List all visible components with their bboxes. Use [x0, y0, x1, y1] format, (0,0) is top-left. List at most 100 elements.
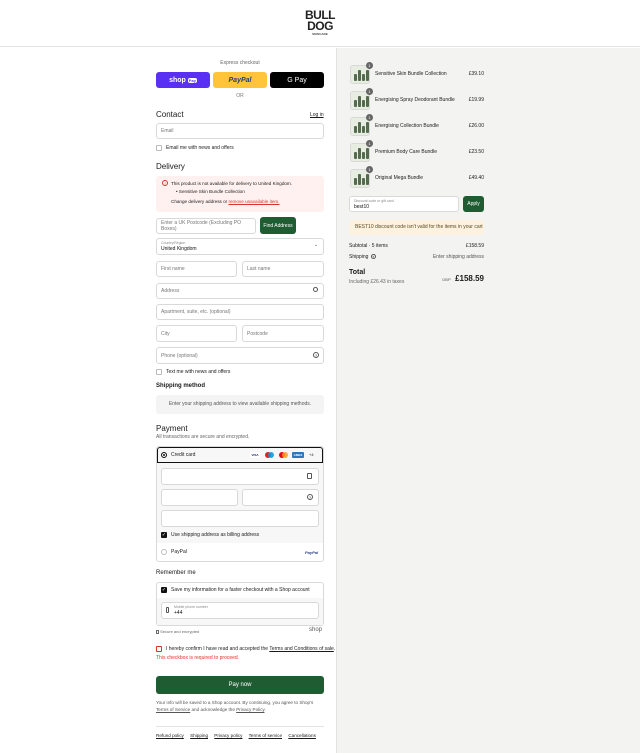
- quantity-badge: 1: [366, 166, 373, 173]
- discount-value: best10: [354, 203, 370, 210]
- paypal-logo: PayPal: [305, 550, 319, 555]
- shipping-link[interactable]: Shipping: [190, 733, 208, 738]
- google-pay-button[interactable]: G Pay: [270, 72, 324, 88]
- subtotal-value: £158.59: [465, 243, 484, 249]
- save-info-label: Save my information for a faster checkou…: [171, 587, 310, 593]
- remember-heading: Remember me: [156, 570, 196, 576]
- find-address-button[interactable]: Find Address: [260, 217, 296, 234]
- error-item-text: Sensitive Skin Bundle Collection: [178, 189, 245, 194]
- fineprint-line1: Your info will be saved to a Shop accoun…: [156, 700, 314, 705]
- apartment-input[interactable]: Apartment, suite, etc. (optional): [156, 304, 324, 320]
- discount-warning: BEST10 discount code isn't valid for the…: [349, 220, 484, 235]
- product-bottle: [366, 70, 369, 81]
- phone-input[interactable]: Phone (optional): [156, 347, 324, 364]
- shipping-label-row: Shipping ?: [349, 254, 376, 261]
- text-news-label: Text me with news and offers: [166, 369, 231, 375]
- product-bottle: [366, 174, 369, 185]
- address-input[interactable]: Address: [156, 283, 324, 299]
- quantity-badge: 1: [366, 140, 373, 147]
- refund-policy-link[interactable]: Refund policy: [156, 733, 184, 738]
- quantity-badge: 1: [366, 88, 373, 95]
- product-name: Energising Collection Bundle: [375, 123, 439, 129]
- card-number-input[interactable]: [161, 468, 319, 485]
- mobile-phone-input[interactable]: Mobile phone number +44: [161, 602, 319, 619]
- credit-card-radio[interactable]: [161, 452, 167, 458]
- terms-checkbox[interactable]: [156, 646, 162, 652]
- product-bottle: [358, 70, 361, 81]
- total-label: Total: [349, 269, 366, 276]
- shop-pay-tag: Pay: [187, 77, 197, 83]
- shipping-summary-value: Enter shipping address: [432, 254, 484, 260]
- credit-card-label: Credit card: [171, 452, 196, 458]
- total-value-row: GBP £158.59: [420, 268, 484, 286]
- privacy-policy-link[interactable]: Privacy policy: [214, 733, 242, 738]
- product-bottle: [358, 122, 361, 133]
- name-on-card-input[interactable]: [161, 510, 319, 527]
- payment-heading: Payment: [156, 424, 188, 433]
- uk-postcode-input[interactable]: Enter a UK Postcode (Excluding PO Boxes): [156, 218, 256, 234]
- help-icon[interactable]: ?: [313, 352, 319, 358]
- shop-logo: shop: [309, 627, 323, 633]
- paypal-button[interactable]: PayPal: [213, 72, 267, 88]
- terms-link[interactable]: Terms and Conditions of sale: [269, 646, 333, 652]
- lock-icon: [156, 629, 159, 634]
- error-text-before: Change delivery address or: [171, 199, 228, 204]
- error-item: • Sensitive Skin Bundle Collection: [176, 189, 245, 194]
- expiry-input[interactable]: [161, 489, 238, 506]
- payment-subtitle: All transactions are secure and encrypte…: [156, 434, 250, 440]
- visa-icon: VISA: [250, 452, 260, 458]
- taxes-note: Including £26.43 in taxes: [349, 279, 405, 285]
- error-text: Change delivery address or remove unavai…: [171, 199, 280, 204]
- shipping-summary-label: Shipping: [349, 254, 369, 260]
- product-bottle: [354, 126, 357, 133]
- product-bottle: [354, 74, 357, 81]
- terms-before: I hereby confirm I have read and accepte…: [166, 646, 269, 652]
- country-select[interactable]: Country/Region United Kingdom: [156, 238, 324, 255]
- total-value: £158.59: [455, 274, 484, 283]
- first-name-input[interactable]: First name: [156, 261, 237, 277]
- paypal-radio[interactable]: [161, 549, 167, 555]
- discount-input[interactable]: Discount code or gift card best10: [349, 196, 459, 212]
- save-info-checkbox[interactable]: ✓: [161, 587, 167, 593]
- paypal-option-label: PayPal: [171, 549, 187, 555]
- amex-icon: AMEX: [292, 452, 304, 458]
- remove-item-link[interactable]: remove unavailable item.: [228, 199, 279, 204]
- footer-divider: [156, 726, 324, 727]
- terms-error: This checkbox is required to proceed.: [156, 655, 240, 661]
- product-bottle: [366, 122, 369, 133]
- login-link[interactable]: Log in: [310, 112, 324, 119]
- email-field[interactable]: Email: [156, 123, 324, 139]
- product-bottle: [362, 178, 365, 185]
- quantity-badge: 1: [366, 62, 373, 69]
- chevron-down-icon: ⌄: [314, 242, 319, 248]
- search-icon: [313, 287, 318, 292]
- product-price: £23.50: [468, 149, 484, 155]
- country-value: United Kingdom: [161, 246, 197, 252]
- email-news-checkbox[interactable]: [156, 145, 162, 151]
- brand-logo[interactable]: BULL DOG SKINCARE: [302, 9, 338, 40]
- shop-pay-button[interactable]: shop Pay: [156, 72, 210, 88]
- product-name: Sensitive Skin Bundle Collection: [375, 71, 447, 77]
- postcode-input[interactable]: Postcode: [242, 325, 324, 342]
- email-news-label: Email me with news and offers: [166, 145, 234, 151]
- billing-address-checkbox[interactable]: ✓: [161, 532, 167, 538]
- city-input[interactable]: City: [156, 325, 237, 342]
- shipping-method-heading: Shipping method: [156, 383, 205, 389]
- currency-code: GBP: [442, 277, 451, 282]
- product-bottle: [354, 152, 357, 159]
- help-icon[interactable]: ?: [307, 494, 313, 500]
- terms-of-service-link[interactable]: Terms of service: [249, 733, 282, 738]
- shop-tos-link[interactable]: Terms of Service: [156, 707, 190, 712]
- product-bottle: [362, 100, 365, 107]
- apply-button[interactable]: Apply: [463, 196, 484, 212]
- cancellations-link[interactable]: Cancellations: [288, 733, 316, 738]
- terms-after: .: [333, 646, 336, 652]
- text-news-checkbox[interactable]: [156, 369, 162, 375]
- product-bottle: [358, 148, 361, 159]
- shop-privacy-link[interactable]: Privacy Policy: [236, 707, 264, 712]
- info-icon[interactable]: ?: [370, 254, 376, 260]
- product-bottle: [366, 96, 369, 107]
- shop-pay-wordmark: shop: [169, 76, 186, 84]
- pay-now-button[interactable]: Pay now: [156, 676, 324, 694]
- last-name-input[interactable]: Last name: [242, 261, 324, 277]
